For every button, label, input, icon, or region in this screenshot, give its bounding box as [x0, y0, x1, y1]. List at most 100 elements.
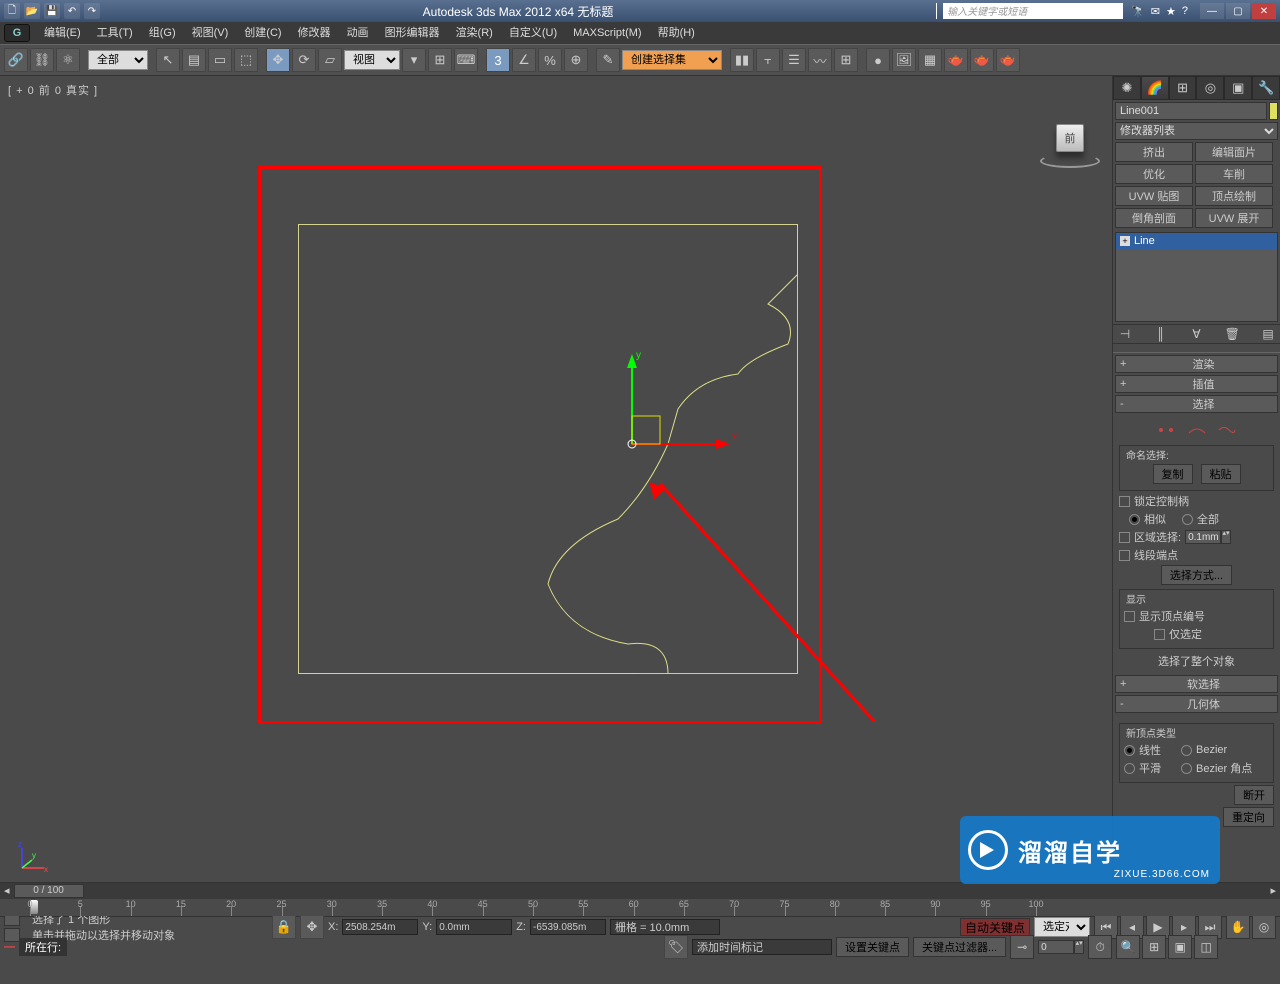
time-ruler[interactable]: 0510152025303540455055606570758085909510…	[0, 899, 1280, 916]
select-rect-icon[interactable]: ▭	[208, 48, 232, 72]
make-unique-icon[interactable]: ∀	[1189, 326, 1205, 342]
menu-animation[interactable]: 动画	[339, 23, 377, 43]
layers-icon[interactable]: ☰	[782, 48, 806, 72]
angle-snap-icon[interactable]: ∠	[512, 48, 536, 72]
redo-icon[interactable]: ↷	[84, 3, 100, 19]
maximize-button[interactable]: ▢	[1226, 3, 1250, 19]
object-color-swatch[interactable]	[1269, 102, 1278, 120]
hierarchy-tab-icon[interactable]: ⊞	[1169, 76, 1197, 100]
display-tab-icon[interactable]: ▣	[1224, 76, 1252, 100]
current-frame-input[interactable]	[1038, 940, 1074, 954]
stack-item-line[interactable]: + Line	[1116, 233, 1277, 249]
area-select-input[interactable]	[1185, 530, 1221, 544]
show-result-icon[interactable]: ║	[1153, 326, 1169, 342]
close-button[interactable]: ✕	[1252, 3, 1276, 19]
minimize-button[interactable]: —	[1200, 3, 1224, 19]
viewport-label[interactable]: [ + 0 前 0 真实 ]	[8, 82, 98, 98]
utilities-tab-icon[interactable]: 🔧	[1252, 76, 1280, 100]
material-editor-icon[interactable]: ●	[866, 48, 890, 72]
menu-create[interactable]: 创建(C)	[236, 23, 289, 43]
viewcube[interactable]: 前	[1048, 116, 1092, 160]
rollout-interp[interactable]: +插值	[1115, 375, 1278, 393]
rollout-selection[interactable]: -选择	[1115, 395, 1278, 413]
configure-sets-icon[interactable]: ▤	[1260, 326, 1276, 342]
binoculars-icon[interactable]: 🔭	[1131, 5, 1145, 18]
spline-subobj-icon[interactable]	[1217, 423, 1237, 437]
setkey-button[interactable]: 设置关键点	[836, 937, 909, 957]
keyfilter-button[interactable]: 关键点过滤器...	[913, 937, 1006, 957]
render-setup-icon[interactable]: 🖼	[892, 48, 916, 72]
bind-icon[interactable]: ⚛	[56, 48, 80, 72]
curve-editor-icon[interactable]: 〰	[808, 48, 832, 72]
keyboard-shortcut-icon[interactable]: ⌨	[454, 48, 478, 72]
edit-named-sel-icon[interactable]: ✎	[596, 48, 620, 72]
remove-mod-icon[interactable]: 🗑	[1224, 326, 1240, 342]
render-frame-icon[interactable]: ▦	[918, 48, 942, 72]
bez-corner-radio[interactable]	[1181, 763, 1192, 774]
new-icon[interactable]: 🗋	[4, 3, 20, 19]
transform-type-icon[interactable]: ✥	[300, 915, 324, 939]
linear-radio[interactable]	[1124, 745, 1135, 756]
selection-filter[interactable]: 全部	[88, 50, 148, 70]
time-config-icon[interactable]: ⏱	[1088, 935, 1112, 959]
area-select-check[interactable]	[1119, 532, 1130, 543]
menu-grapheditors[interactable]: 图形编辑器	[377, 23, 448, 43]
open-icon[interactable]: 📂	[24, 3, 40, 19]
viewport[interactable]: [ + 0 前 0 真实 ] 前 y x z x	[0, 76, 1112, 882]
snap-toggle-icon[interactable]: 3	[486, 48, 510, 72]
coord-z-input[interactable]	[530, 919, 606, 935]
menu-maxscript[interactable]: MAXScript(M)	[565, 23, 649, 43]
coord-x-input[interactable]	[342, 919, 418, 935]
arc-rotate-icon[interactable]: ◎	[1252, 915, 1276, 939]
menu-rendering[interactable]: 渲染(R)	[448, 23, 501, 43]
sel-only-check[interactable]	[1154, 629, 1165, 640]
pin-stack-icon[interactable]: ⊣	[1117, 326, 1133, 342]
comm-center-icon[interactable]: ✉	[1151, 5, 1160, 18]
selected-dropdown[interactable]: 选定对	[1034, 917, 1090, 937]
favorites-icon[interactable]: ★	[1166, 5, 1176, 18]
spinner-icon[interactable]: ▴▾	[1221, 530, 1231, 544]
menu-views[interactable]: 视图(V)	[184, 23, 237, 43]
modifier-list-dropdown[interactable]: 修改器列表	[1115, 122, 1278, 140]
undo-icon[interactable]: ↶	[64, 3, 80, 19]
autokey-button[interactable]: 自动关键点	[960, 918, 1030, 936]
motion-tab-icon[interactable]: ◎	[1196, 76, 1224, 100]
vertex-subobj-icon[interactable]	[1157, 423, 1177, 437]
add-time-tag[interactable]: 添加时间标记	[692, 939, 832, 955]
named-selection-set[interactable]: 创建选择集	[622, 50, 722, 70]
manipulate-icon[interactable]: ⊞	[428, 48, 452, 72]
frame-spinner-icon[interactable]: ▴▾	[1074, 940, 1084, 954]
mod-unwrap[interactable]: UVW 展开	[1195, 208, 1273, 228]
scale-icon[interactable]: ▱	[318, 48, 342, 72]
listener-label[interactable]: 所在行:	[19, 938, 67, 956]
menu-customize[interactable]: 自定义(U)	[501, 23, 565, 43]
unlink-icon[interactable]: ⛓	[30, 48, 54, 72]
lock-selection-icon[interactable]: 🔒	[272, 915, 296, 939]
lock-handles-check[interactable]	[1119, 496, 1130, 507]
viewcube-face[interactable]: 前	[1056, 124, 1084, 152]
modify-tab-icon[interactable]: 🌈	[1141, 76, 1169, 100]
render-prod-icon[interactable]: 🫖	[970, 48, 994, 72]
move-icon[interactable]: ✥	[266, 48, 290, 72]
rollout-render[interactable]: +渲染	[1115, 355, 1278, 373]
coord-y-input[interactable]	[436, 919, 512, 935]
menu-modifiers[interactable]: 修改器	[290, 23, 339, 43]
similar-radio[interactable]	[1129, 514, 1140, 525]
rollout-softsel[interactable]: +软选择	[1115, 675, 1278, 693]
menu-edit[interactable]: 编辑(E)	[36, 23, 89, 43]
mod-uvwmap[interactable]: UVW 贴图	[1115, 186, 1193, 206]
app-icon[interactable]: G	[4, 24, 30, 42]
rollout-area[interactable]: +渲染 +插值 -选择 命名选择: 复制 粘贴 锁定控制柄	[1113, 352, 1280, 882]
mod-lathe[interactable]: 车削	[1195, 164, 1273, 184]
paste-button[interactable]: 粘贴	[1201, 464, 1241, 484]
link-icon[interactable]: 🔗	[4, 48, 28, 72]
zoom-icon[interactable]: 🔍	[1116, 935, 1140, 959]
smooth-radio[interactable]	[1124, 763, 1135, 774]
mod-vertpaint[interactable]: 顶点绘制	[1195, 186, 1273, 206]
render-iter-icon[interactable]: 🫖	[996, 48, 1020, 72]
mirror-icon[interactable]: ▮▮	[730, 48, 754, 72]
select-icon[interactable]: ↖	[156, 48, 180, 72]
spinner-snap-icon[interactable]: ⊕	[564, 48, 588, 72]
segment-subobj-icon[interactable]	[1187, 423, 1207, 437]
window-crossing-icon[interactable]: ⬚	[234, 48, 258, 72]
